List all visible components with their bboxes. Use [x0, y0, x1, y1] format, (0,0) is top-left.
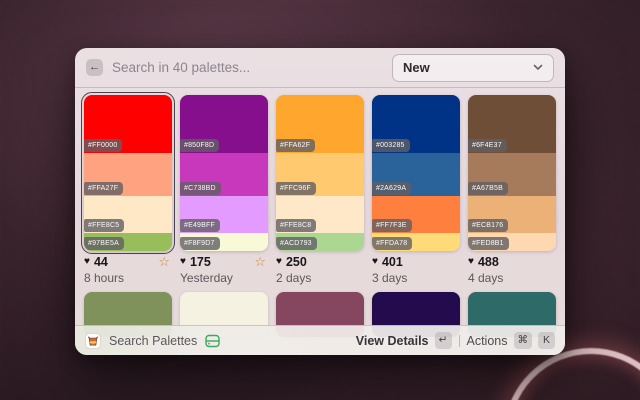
palette-card-1[interactable]: #FF0000 #FFA27F #FFE8C5 #97BE5A ♥ 44 ☆ 8… — [84, 95, 172, 285]
likes-count: 401 — [382, 255, 403, 269]
color-band: #FF0000 — [84, 95, 172, 153]
heart-icon: ♥ — [468, 256, 474, 267]
color-hex-label: #FFC96F — [276, 182, 316, 195]
color-band: #FFE8C8 — [276, 196, 364, 233]
heart-icon: ♥ — [84, 256, 90, 267]
extension-logo-icon — [85, 333, 101, 349]
footer-bar: Search Palettes View Details ↵ Actions ⌘… — [75, 325, 565, 355]
sort-dropdown[interactable]: New — [392, 54, 554, 82]
color-hex-label: #F8F9D7 — [180, 237, 220, 250]
palette-search-window: ← New #FF0000 #FFA27F #FFE8C5 #97BE5A — [75, 48, 565, 355]
palette-meta: ♥ 401 3 days — [372, 255, 460, 285]
palette-age: 3 days — [372, 271, 460, 285]
color-band: #E49BFF — [180, 196, 268, 233]
color-hex-label: #E49BFF — [180, 219, 220, 232]
chevron-down-icon — [533, 64, 543, 71]
palette-swatches: #FF0000 #FFA27F #FFE8C5 #97BE5A — [84, 95, 172, 251]
palette-age: 2 days — [276, 271, 364, 285]
color-hex-label: #FED8B1 — [468, 237, 509, 250]
palette-swatches: #003285 #2A629A #FF7F3E #FFDA78 — [372, 95, 460, 251]
palette-drive-icon — [205, 334, 220, 348]
color-band: #FED8B1 — [468, 233, 556, 251]
palette-age: 4 days — [468, 271, 556, 285]
color-band: #003285 — [372, 95, 460, 153]
color-band: #C738BD — [180, 153, 268, 196]
sort-dropdown-value: New — [403, 60, 430, 75]
color-band: #2A629A — [372, 153, 460, 196]
palette-swatches: #850F8D #C738BD #E49BFF #F8F9D7 — [180, 95, 268, 251]
command-keycap: ⌘ — [514, 332, 533, 349]
heart-icon: ♥ — [372, 256, 378, 267]
color-hex-label: #FFA27F — [84, 182, 123, 195]
color-band: #850F8D — [180, 95, 268, 153]
color-band: #FFDA78 — [372, 233, 460, 251]
color-hex-label: #C738BD — [180, 182, 221, 195]
palette-row-1: #FF0000 #FFA27F #FFE8C5 #97BE5A ♥ 44 ☆ 8… — [84, 95, 556, 285]
likes-count: 250 — [286, 255, 307, 269]
color-band: #ECB176 — [468, 196, 556, 233]
palette-meta: ♥ 44 ☆ 8 hours — [84, 255, 172, 285]
palette-meta: ♥ 488 4 days — [468, 255, 556, 285]
heart-icon: ♥ — [180, 256, 186, 267]
color-hex-label: #FFE8C8 — [276, 219, 316, 232]
palette-grid: #FF0000 #FFA27F #FFE8C5 #97BE5A ♥ 44 ☆ 8… — [75, 88, 565, 337]
color-band: #A67B5B — [468, 153, 556, 196]
star-icon: ☆ — [158, 255, 170, 268]
color-band: #FFE8C5 — [84, 196, 172, 233]
color-band: #97BE5A — [84, 233, 172, 251]
view-details-label: View Details — [356, 334, 429, 348]
actions-button[interactable]: Actions ⌘ K — [467, 332, 556, 349]
color-hex-label: #FFDA78 — [372, 237, 412, 250]
color-hex-label: #A67B5B — [468, 182, 508, 195]
footer-divider — [459, 335, 460, 347]
color-hex-label: #97BE5A — [84, 237, 124, 250]
actions-label: Actions — [467, 334, 508, 348]
color-hex-label: #850F8D — [180, 139, 219, 152]
extension-name: Search Palettes — [109, 334, 197, 348]
color-band: #FFA62F — [276, 95, 364, 153]
star-icon: ☆ — [254, 255, 266, 268]
color-band: #F8F9D7 — [180, 233, 268, 251]
color-hex-label: #FF7F3E — [372, 219, 412, 232]
palette-meta: ♥ 175 ☆ Yesterday — [180, 255, 268, 285]
palette-age: 8 hours — [84, 271, 172, 285]
likes-count: 44 — [94, 255, 108, 269]
footer-actions: View Details ↵ Actions ⌘ K — [356, 332, 555, 349]
k-keycap: K — [538, 332, 555, 349]
back-arrow-icon: ← — [89, 62, 100, 73]
color-band: #ACD793 — [276, 233, 364, 251]
search-bar: ← New — [75, 48, 565, 88]
likes-count: 175 — [190, 255, 211, 269]
back-button[interactable]: ← — [86, 59, 103, 76]
heart-icon: ♥ — [276, 256, 282, 267]
palette-swatches: #6F4E37 #A67B5B #ECB176 #FED8B1 — [468, 95, 556, 251]
color-hex-label: #FFA62F — [276, 139, 315, 152]
color-band: #FFC96F — [276, 153, 364, 196]
palette-card-5[interactable]: #6F4E37 #A67B5B #ECB176 #FED8B1 ♥ 488 4 … — [468, 95, 556, 285]
color-band: #6F4E37 — [468, 95, 556, 153]
palette-swatches: #FFA62F #FFC96F #FFE8C8 #ACD793 — [276, 95, 364, 251]
color-hex-label: #FFE8C5 — [84, 219, 124, 232]
palette-meta: ♥ 250 2 days — [276, 255, 364, 285]
color-band: #FFA27F — [84, 153, 172, 196]
search-input[interactable] — [112, 60, 383, 75]
view-details-button[interactable]: View Details ↵ — [356, 332, 452, 349]
palette-card-2[interactable]: #850F8D #C738BD #E49BFF #F8F9D7 ♥ 175 ☆ … — [180, 95, 268, 285]
color-hex-label: #ACD793 — [276, 237, 317, 250]
palette-card-3[interactable]: #FFA62F #FFC96F #FFE8C8 #ACD793 ♥ 250 2 … — [276, 95, 364, 285]
enter-keycap: ↵ — [435, 332, 452, 349]
color-hex-label: #003285 — [372, 139, 410, 152]
likes-count: 488 — [478, 255, 499, 269]
palette-age: Yesterday — [180, 271, 268, 285]
color-hex-label: #6F4E37 — [468, 139, 507, 152]
color-hex-label: #FF0000 — [84, 139, 122, 152]
color-band: #FF7F3E — [372, 196, 460, 233]
color-hex-label: #ECB176 — [468, 219, 508, 232]
color-hex-label: #2A629A — [372, 182, 411, 195]
palette-card-4[interactable]: #003285 #2A629A #FF7F3E #FFDA78 ♥ 401 3 … — [372, 95, 460, 285]
